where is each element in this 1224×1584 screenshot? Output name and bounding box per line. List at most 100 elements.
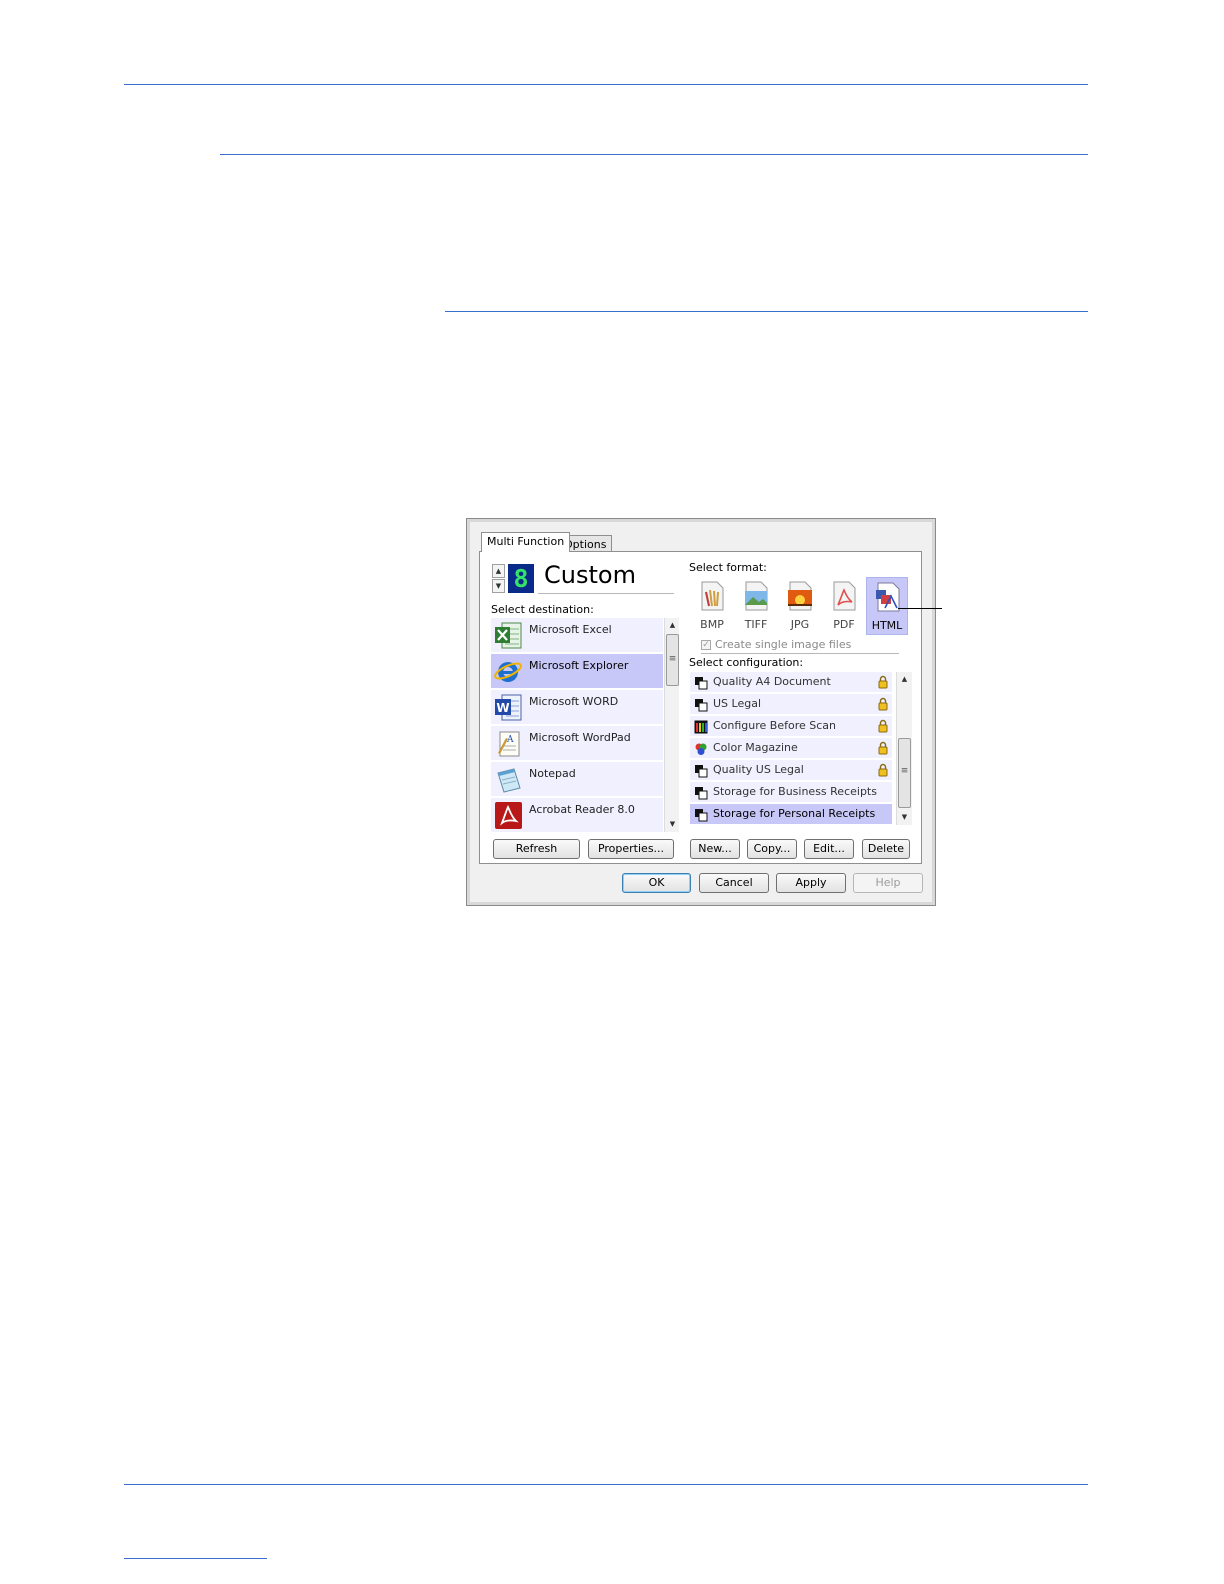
- lock-icon: [878, 675, 888, 689]
- format-tiff[interactable]: TIFF: [735, 577, 777, 635]
- configuration-item[interactable]: Quality A4 Document: [690, 672, 892, 693]
- scan-config-icon: [695, 765, 708, 778]
- word-icon: W: [495, 694, 522, 721]
- scan-config-icon: [695, 699, 708, 712]
- color-bars-icon: [694, 720, 708, 734]
- configuration-list[interactable]: Quality A4 Document US Legal Configure B…: [690, 672, 912, 825]
- spinner-up-icon[interactable]: ▲: [492, 564, 505, 578]
- scroll-grip-icon: ≡: [668, 654, 677, 664]
- svg-text:W: W: [496, 701, 509, 715]
- configuration-label: Configure Before Scan: [713, 719, 837, 732]
- format-label: JPG: [790, 618, 810, 631]
- callout-line: [898, 608, 942, 609]
- properties-button[interactable]: Properties...: [588, 839, 674, 859]
- format-bmp[interactable]: BMP: [691, 577, 733, 635]
- format-jpg[interactable]: JPG: [779, 577, 821, 635]
- configuration-label: Color Magazine: [713, 741, 798, 754]
- profile-name: Custom: [544, 561, 636, 589]
- scroll-up-icon[interactable]: ▲: [665, 621, 679, 629]
- color-balls-icon: [695, 743, 707, 755]
- lock-icon: [878, 719, 888, 733]
- profile-digit-display: 8: [508, 564, 534, 593]
- footer-rule: [124, 1484, 1088, 1485]
- format-label: BMP: [700, 618, 724, 631]
- destination-item-word[interactable]: W Microsoft WORD: [491, 690, 663, 725]
- configuration-item[interactable]: Storage for Business Receipts: [690, 782, 892, 803]
- destination-item-label: Microsoft WORD: [529, 695, 619, 708]
- destination-item-wordpad[interactable]: A Microsoft WordPad: [491, 726, 663, 761]
- wordpad-icon: A: [498, 731, 520, 757]
- destination-list[interactable]: Microsoft Excel Microsoft Explorer W Mic…: [491, 618, 679, 832]
- lock-icon: [878, 697, 888, 711]
- destination-item-explorer[interactable]: Microsoft Explorer: [491, 654, 663, 689]
- configuration-label: Storage for Business Receipts: [713, 785, 877, 798]
- single-image-label: Create single image files: [715, 638, 852, 651]
- scroll-up-icon[interactable]: ▲: [897, 675, 912, 683]
- destination-item-acrobat[interactable]: Acrobat Reader 8.0: [491, 798, 663, 832]
- destination-item-label: Acrobat Reader 8.0: [529, 803, 635, 816]
- format-pdf[interactable]: PDF: [823, 577, 865, 635]
- destination-item-label: Microsoft Excel: [529, 623, 612, 636]
- single-image-checkbox[interactable]: ✓: [701, 640, 711, 650]
- format-label: TIFF: [744, 618, 768, 631]
- select-format-label: Select format:: [689, 561, 767, 574]
- lock-icon: [878, 741, 888, 755]
- format-label: HTML: [871, 619, 903, 632]
- destination-scrollbar[interactable]: ▲ ≡ ▼: [664, 618, 679, 832]
- tiff-file-icon: [745, 581, 768, 611]
- configuration-scrollbar[interactable]: ▲ ≡ ▼: [896, 672, 912, 825]
- edit-button[interactable]: Edit...: [804, 839, 854, 859]
- subsection-rule: [445, 311, 1088, 312]
- delete-button[interactable]: Delete: [862, 839, 910, 859]
- internet-explorer-icon: [494, 662, 522, 682]
- scan-config-icon: [695, 677, 708, 690]
- destination-item-label: Microsoft WordPad: [529, 731, 631, 744]
- configuration-label: Storage for Personal Receipts: [713, 807, 876, 820]
- configuration-item[interactable]: Color Magazine: [690, 738, 892, 759]
- ok-button[interactable]: OK: [622, 873, 691, 893]
- cancel-button[interactable]: Cancel: [699, 873, 769, 893]
- configuration-label: US Legal: [713, 697, 762, 710]
- tab-multi-function[interactable]: Multi Function: [481, 532, 571, 552]
- header-rule: [124, 84, 1088, 85]
- bmp-file-icon: [701, 581, 724, 611]
- new-button[interactable]: New...: [690, 839, 740, 859]
- configuration-label: Quality US Legal: [713, 763, 804, 776]
- configuration-item[interactable]: US Legal: [690, 694, 892, 715]
- select-destination-label: Select destination:: [491, 603, 594, 616]
- apply-button[interactable]: Apply: [776, 873, 846, 893]
- configuration-item-selected[interactable]: Storage for Personal Receipts: [690, 804, 892, 825]
- format-label: PDF: [833, 618, 855, 631]
- section-rule: [220, 154, 1088, 155]
- notepad-icon: [497, 768, 521, 793]
- scan-config-icon: [695, 787, 708, 800]
- pdf-file-icon: [833, 581, 856, 611]
- destination-item-excel[interactable]: Microsoft Excel: [491, 618, 663, 653]
- configuration-item[interactable]: Quality US Legal: [690, 760, 892, 781]
- refresh-button[interactable]: Refresh: [493, 839, 580, 859]
- select-configuration-label: Select configuration:: [689, 656, 804, 669]
- copy-button[interactable]: Copy...: [747, 839, 797, 859]
- destination-item-label: Notepad: [529, 767, 576, 780]
- excel-icon: [495, 622, 522, 649]
- scroll-thumb[interactable]: ≡: [898, 738, 911, 808]
- jpg-file-icon: [788, 581, 812, 611]
- scanner-properties-dialog: Multi Function Options ▲ ▼ 8 Custom Sele…: [466, 518, 936, 906]
- lock-icon: [878, 763, 888, 777]
- scan-config-icon: [695, 809, 708, 822]
- scroll-thumb[interactable]: ≡: [666, 634, 679, 686]
- format-html[interactable]: HTML: [866, 577, 908, 635]
- help-button[interactable]: Help: [853, 873, 923, 893]
- acrobat-icon: [495, 802, 522, 829]
- configuration-item[interactable]: Configure Before Scan: [690, 716, 892, 737]
- scroll-down-icon[interactable]: ▼: [897, 813, 912, 821]
- multi-function-panel: ▲ ▼ 8 Custom Select destination: Microso…: [479, 551, 922, 864]
- scroll-grip-icon: ≡: [900, 766, 909, 776]
- configuration-label: Quality A4 Document: [713, 675, 831, 688]
- destination-item-label: Microsoft Explorer: [529, 659, 629, 672]
- profile-spinner[interactable]: ▲ ▼: [492, 564, 505, 593]
- destination-item-notepad[interactable]: Notepad: [491, 762, 663, 797]
- spinner-down-icon[interactable]: ▼: [492, 579, 505, 593]
- format-divider: [701, 653, 899, 654]
- scroll-down-icon[interactable]: ▼: [665, 820, 679, 828]
